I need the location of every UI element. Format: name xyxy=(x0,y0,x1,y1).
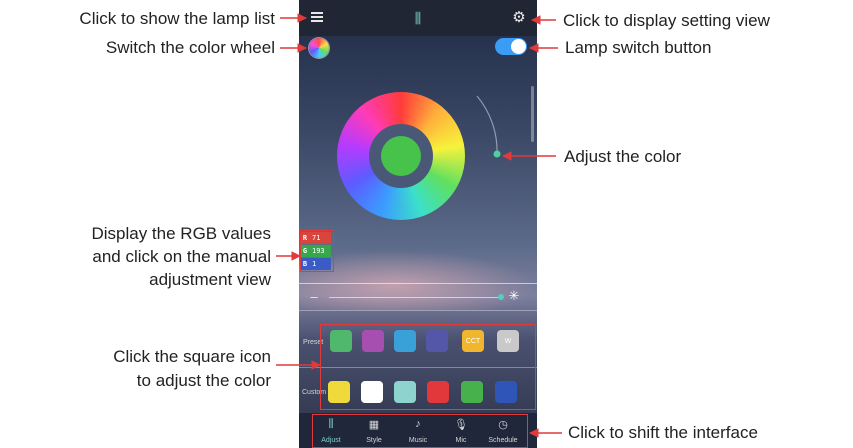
arc-handle[interactable] xyxy=(493,150,501,158)
annotation-rgb-line-1: Display the RGB values xyxy=(91,224,271,243)
lamp-switch-knob xyxy=(511,39,526,54)
annotation-color-wheel-switch: Switch the color wheel xyxy=(105,38,275,57)
highlight-bottom-nav xyxy=(312,414,528,448)
annotation-shift-interface: Click to shift the interface xyxy=(568,423,758,442)
brightness-slider-track[interactable] xyxy=(329,297,499,298)
selected-color-swatch xyxy=(381,136,421,176)
brightness-slider-thumb[interactable] xyxy=(498,294,504,300)
sun-icon: ✳ xyxy=(508,288,520,303)
minus-icon[interactable]: – xyxy=(308,289,320,304)
divider-line xyxy=(299,283,537,284)
background-glow xyxy=(299,250,537,310)
highlight-rgb-panel xyxy=(300,230,334,272)
annotation-settings: Click to display setting view xyxy=(563,11,770,30)
menu-icon[interactable] xyxy=(309,9,325,25)
color-wheel-icon[interactable] xyxy=(309,38,329,58)
highlight-color-squares xyxy=(320,324,536,410)
annotation-rgb-line-3: adjustment view xyxy=(149,270,271,289)
adjust-icon: ⫼ xyxy=(414,9,422,26)
annotation-lamp-list: Click to show the lamp list xyxy=(79,9,275,28)
top-bar: ⫼ ⚙ xyxy=(299,0,537,36)
gear-icon[interactable]: ⚙ xyxy=(510,8,528,26)
annotation-lamp-switch: Lamp switch button xyxy=(565,38,712,57)
annotation-square-line-1: Click the square icon xyxy=(113,347,271,366)
lamp-switch-toggle[interactable] xyxy=(495,38,527,55)
divider-line-2 xyxy=(299,310,537,311)
color-wheel[interactable] xyxy=(337,92,465,220)
annotation-adjust-color: Adjust the color xyxy=(564,147,682,166)
annotation-square-line-2: to adjust the color xyxy=(136,371,271,390)
annotation-rgb-line-2: and click on the manual xyxy=(92,247,271,266)
scrollbar[interactable] xyxy=(531,86,534,142)
